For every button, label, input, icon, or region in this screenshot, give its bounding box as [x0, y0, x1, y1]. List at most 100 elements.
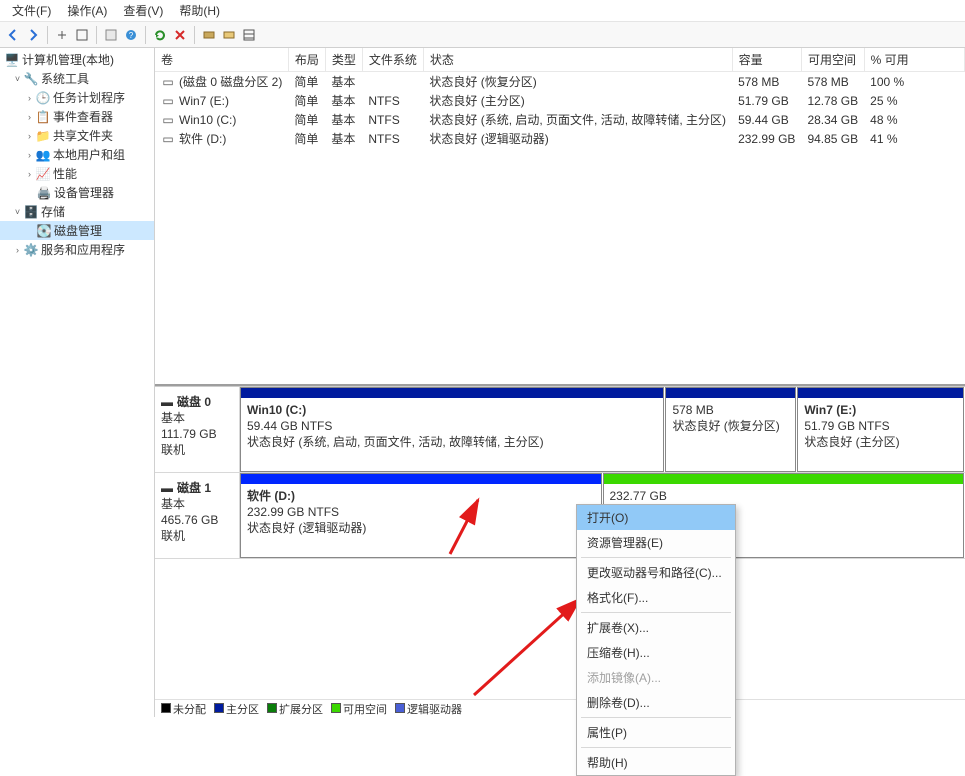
legend-label: 逻辑驱动器	[407, 704, 462, 716]
col-free[interactable]: 可用空间	[801, 48, 864, 72]
partition-size: 232.77 GB	[610, 488, 958, 504]
tree-label: 共享文件夹	[53, 127, 113, 144]
partition-block[interactable]: 578 MB 状态良好 (恢复分区)	[665, 387, 796, 472]
col-status[interactable]: 状态	[423, 48, 732, 72]
legend-label: 扩展分区	[279, 704, 323, 716]
legend-swatch-free	[331, 703, 341, 713]
volume-fs: NTFS	[362, 91, 423, 110]
menu-file[interactable]: 文件(F)	[4, 0, 59, 21]
volume-capacity: 59.44 GB	[732, 110, 801, 129]
legend-label: 未分配	[173, 704, 206, 716]
partition-band	[604, 474, 964, 484]
volume-type: 基本	[325, 129, 362, 148]
volume-row[interactable]: ▭Win7 (E:) 简单 基本 NTFS 状态良好 (主分区) 51.79 G…	[155, 91, 965, 110]
volume-status: 状态良好 (系统, 启动, 页面文件, 活动, 故障转储, 主分区)	[423, 110, 732, 129]
volume-capacity: 51.79 GB	[732, 91, 801, 110]
disk-type: 基本	[161, 410, 233, 426]
tree-disk-management[interactable]: 💽磁盘管理	[0, 221, 154, 240]
partition-status: 状态良好 (恢复分区)	[672, 418, 789, 434]
tree-system-tools[interactable]: ˅🔧系统工具	[0, 69, 154, 88]
partition-band	[241, 388, 663, 398]
menu-action[interactable]: 操作(A)	[59, 0, 115, 21]
context-menu: 打开(O) 资源管理器(E) 更改驱动器号和路径(C)... 格式化(F)...…	[576, 504, 736, 776]
disk-icon: ▬	[161, 481, 173, 495]
ctx-extend-volume[interactable]: 扩展卷(X)...	[577, 615, 735, 640]
ctx-open[interactable]: 打开(O)	[577, 505, 735, 530]
cancel-icon[interactable]	[171, 26, 189, 44]
menu-view[interactable]: 查看(V)	[115, 0, 171, 21]
tree-device-manager[interactable]: 🖨️设备管理器	[0, 183, 154, 202]
disk-action-icon[interactable]	[200, 26, 218, 44]
volume-layout: 简单	[288, 72, 325, 92]
back-icon[interactable]	[4, 26, 22, 44]
col-capacity[interactable]: 容量	[732, 48, 801, 72]
disk-title-label: 磁盘 1	[177, 479, 211, 496]
refresh-icon[interactable]	[151, 26, 169, 44]
forward-icon[interactable]	[24, 26, 42, 44]
show-hide-icon[interactable]	[73, 26, 91, 44]
tree-shared-folders[interactable]: ›📁共享文件夹	[0, 126, 154, 145]
help-icon[interactable]: ?	[122, 26, 140, 44]
storage-icon: 🗄️	[23, 205, 39, 219]
properties-icon[interactable]	[102, 26, 120, 44]
volume-pct-free: 41 %	[864, 129, 964, 148]
ctx-help[interactable]: 帮助(H)	[577, 750, 735, 775]
volume-pct-free: 100 %	[864, 72, 964, 92]
volume-row[interactable]: ▭Win10 (C:) 简单 基本 NTFS 状态良好 (系统, 启动, 页面文…	[155, 110, 965, 129]
volume-fs	[362, 72, 423, 92]
tree-label: 服务和应用程序	[41, 241, 125, 258]
col-filesystem[interactable]: 文件系统	[362, 48, 423, 72]
volume-free: 94.85 GB	[801, 129, 864, 148]
expand-toggle-icon[interactable]: ˅	[12, 74, 23, 84]
tree-local-users[interactable]: ›👥本地用户和组	[0, 145, 154, 164]
volume-free: 28.34 GB	[801, 110, 864, 129]
partition-band	[241, 474, 601, 484]
tree-performance[interactable]: ›📈性能	[0, 164, 154, 183]
device-icon: 🖨️	[36, 186, 52, 200]
disk-icon: 💽	[36, 224, 52, 238]
legend-swatch-unallocated	[161, 703, 171, 713]
legend-swatch-extended	[267, 703, 277, 713]
ctx-explorer[interactable]: 资源管理器(E)	[577, 530, 735, 555]
disk-header-0[interactable]: ▬磁盘 0 基本 111.79 GB 联机	[155, 387, 240, 472]
tree-storage[interactable]: ˅🗄️存储	[0, 202, 154, 221]
tree-services-apps[interactable]: ›⚙️服务和应用程序	[0, 240, 154, 259]
disk-icon: ▬	[161, 395, 173, 409]
partition-block[interactable]: Win10 (C:) 59.44 GB NTFS 状态良好 (系统, 启动, 页…	[240, 387, 664, 472]
tree-label: 存储	[41, 203, 65, 220]
menu-help[interactable]: 帮助(H)	[171, 0, 228, 21]
ctx-change-letter[interactable]: 更改驱动器号和路径(C)...	[577, 560, 735, 585]
tree-task-scheduler[interactable]: ›🕒任务计划程序	[0, 88, 154, 107]
ctx-properties[interactable]: 属性(P)	[577, 720, 735, 745]
partition-size: 59.44 GB NTFS	[247, 418, 657, 434]
tree-label: 计算机管理(本地)	[22, 51, 114, 68]
disk-type: 基本	[161, 496, 233, 512]
volume-row[interactable]: ▭(磁盘 0 磁盘分区 2) 简单 基本 状态良好 (恢复分区) 578 MB …	[155, 72, 965, 92]
volume-icon: ▭	[161, 132, 175, 146]
volume-layout: 简单	[288, 110, 325, 129]
partition-block[interactable]: 软件 (D:) 232.99 GB NTFS 状态良好 (逻辑驱动器)	[240, 473, 602, 558]
volume-layout: 简单	[288, 91, 325, 110]
volume-row[interactable]: ▭软件 (D:) 简单 基本 NTFS 状态良好 (逻辑驱动器) 232.99 …	[155, 129, 965, 148]
disk-header-1[interactable]: ▬磁盘 1 基本 465.76 GB 联机	[155, 473, 240, 558]
tree-root-computer-mgmt[interactable]: 🖥️计算机管理(本地)	[0, 50, 154, 69]
partition-block[interactable]: Win7 (E:) 51.79 GB NTFS 状态良好 (主分区)	[797, 387, 964, 472]
up-icon[interactable]	[53, 26, 71, 44]
tree-label: 本地用户和组	[53, 146, 125, 163]
col-volume[interactable]: 卷	[155, 48, 288, 72]
volume-status: 状态良好 (主分区)	[423, 91, 732, 110]
partition-status: 状态良好 (主分区)	[804, 434, 957, 450]
tree-event-viewer[interactable]: ›📋事件查看器	[0, 107, 154, 126]
list-icon[interactable]	[240, 26, 258, 44]
col-layout[interactable]: 布局	[288, 48, 325, 72]
ctx-delete-volume[interactable]: 删除卷(D)...	[577, 690, 735, 715]
volume-icon: ▭	[161, 113, 175, 127]
partition-band	[798, 388, 963, 398]
volume-name: Win7 (E:)	[179, 94, 229, 108]
ctx-shrink-volume[interactable]: 压缩卷(H)...	[577, 640, 735, 665]
ctx-format[interactable]: 格式化(F)...	[577, 585, 735, 610]
volume-status: 状态良好 (逻辑驱动器)	[423, 129, 732, 148]
col-pct-free[interactable]: % 可用	[864, 48, 964, 72]
col-type[interactable]: 类型	[325, 48, 362, 72]
disk-action2-icon[interactable]	[220, 26, 238, 44]
